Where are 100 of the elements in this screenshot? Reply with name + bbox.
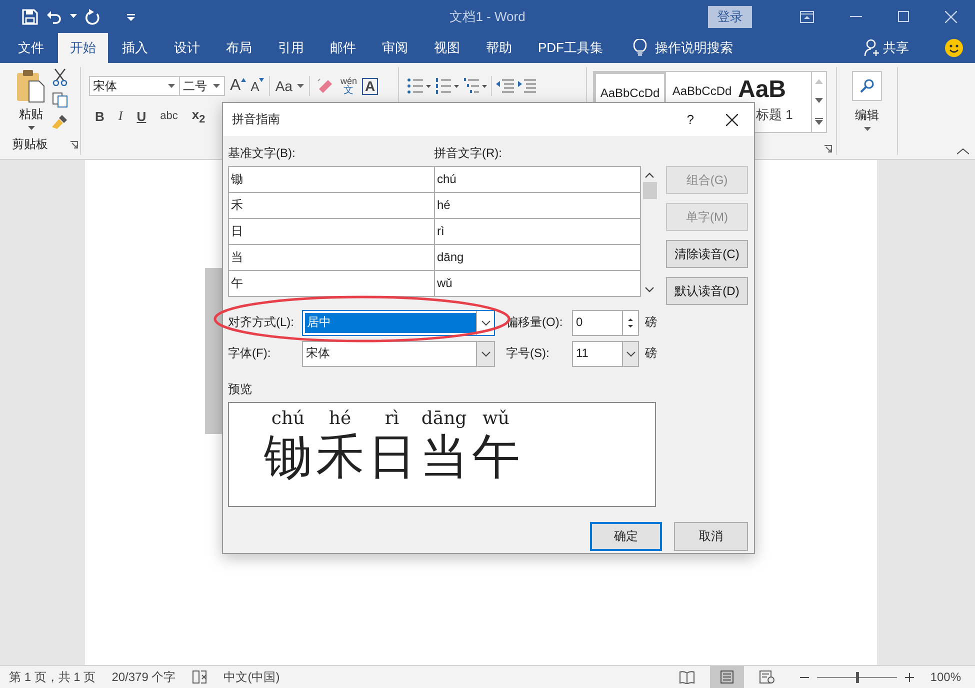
scroll-up-icon[interactable]	[645, 172, 654, 178]
editing-button[interactable]: 编辑	[855, 107, 879, 124]
triangle-up-icon[interactable]	[240, 78, 246, 82]
undo-icon[interactable]	[46, 8, 62, 24]
caret-icon[interactable]	[28, 126, 34, 130]
zoom-in-icon[interactable]	[905, 672, 914, 682]
format-button[interactable]: B	[95, 108, 104, 124]
ribbon-tab[interactable]: 审阅	[370, 33, 420, 63]
ruby-text-field[interactable]: chú	[435, 167, 640, 192]
format-button[interactable]: x$_{2}$	[192, 107, 206, 126]
find-button[interactable]	[852, 71, 882, 101]
language-status[interactable]: 中文(中国)	[224, 668, 280, 686]
book-icon[interactable]	[679, 670, 696, 684]
copy-icon[interactable]	[52, 92, 68, 108]
lightbulb-icon[interactable]	[633, 39, 647, 57]
proofing-icon[interactable]	[192, 670, 208, 684]
font-dropdown[interactable]: 宋体	[302, 340, 495, 366]
ruby-text-field[interactable]: rì	[435, 219, 640, 244]
dialog-launcher-icon[interactable]	[824, 145, 832, 153]
decrease-indent-icon[interactable]	[496, 79, 514, 93]
ribbon-tab[interactable]: 布局	[214, 33, 264, 63]
ribbon-tab[interactable]: 引用	[266, 33, 316, 63]
share-button[interactable]: 共享	[883, 39, 909, 57]
ribbon-tab[interactable]: 邮件	[318, 33, 368, 63]
ribbon-tab[interactable]: 帮助	[474, 33, 524, 63]
word-count[interactable]: 20/379 个字	[112, 668, 176, 686]
close-icon[interactable]	[726, 114, 738, 126]
caret-icon[interactable]	[297, 84, 304, 88]
format-button[interactable]: U	[136, 108, 146, 124]
increase-indent-icon[interactable]	[518, 79, 536, 93]
scroll-down-icon[interactable]	[645, 287, 654, 293]
caret-icon[interactable]	[70, 14, 77, 19]
scissors-icon[interactable]	[52, 68, 68, 86]
web-page-icon[interactable]	[759, 670, 776, 684]
ruby-text-field[interactable]: wǔ	[435, 271, 640, 296]
triangle-down-icon[interactable]	[259, 78, 264, 82]
scroll-down-icon[interactable]	[815, 98, 823, 104]
person-icon[interactable]	[864, 39, 880, 57]
chevron-down-icon[interactable]	[480, 320, 490, 326]
offset-field[interactable]: 0	[572, 310, 639, 336]
caret-icon[interactable]	[864, 127, 870, 131]
format-button[interactable]: I	[118, 108, 123, 124]
base-text-field[interactable]: 当	[229, 245, 434, 270]
bullets-icon[interactable]	[407, 78, 431, 94]
format-button[interactable]: abc	[160, 110, 178, 122]
ribbon-tab[interactable]: PDF工具集	[526, 33, 615, 63]
chevron-down-icon[interactable]	[480, 350, 490, 356]
format-painter-icon[interactable]	[52, 114, 68, 130]
caret-icon[interactable]	[168, 84, 175, 88]
ribbon-tab[interactable]: 开始	[58, 33, 108, 63]
redo-icon[interactable]	[85, 8, 101, 24]
multilevel-list-icon[interactable]	[463, 78, 487, 94]
unit-label: 磅	[645, 345, 657, 362]
font-name-field[interactable]: 宋体	[89, 76, 180, 96]
change-case-button[interactable]: Aa	[275, 78, 292, 94]
ok-button[interactable]: 确定	[590, 522, 662, 551]
ruby-text-field[interactable]: hé	[435, 193, 640, 218]
collapse-ribbon-icon[interactable]	[957, 148, 969, 155]
numbering-icon[interactable]	[435, 78, 459, 94]
character-border-button[interactable]: A	[362, 78, 378, 94]
caret-icon[interactable]	[213, 84, 220, 88]
clipboard-icon[interactable]	[16, 69, 46, 103]
maximize-icon[interactable]	[898, 11, 909, 22]
shrink-font-button[interactable]: A	[250, 78, 260, 94]
zoom-slider[interactable]	[856, 672, 860, 682]
size-dropdown[interactable]: 11	[572, 340, 639, 366]
customize-icon[interactable]	[127, 12, 135, 20]
phonetic-guide-button[interactable]: wén 文	[340, 76, 357, 96]
search-icon[interactable]	[860, 79, 874, 93]
base-text-field[interactable]: 锄	[229, 167, 434, 192]
ribbon-tab[interactable]: 设计	[162, 33, 212, 63]
dialog-launcher-icon[interactable]	[70, 140, 78, 148]
tell-me-search[interactable]: 操作说明搜索	[655, 39, 733, 57]
font-size-field[interactable]: 二号	[179, 76, 225, 96]
cancel-button[interactable]: 取消	[674, 522, 748, 551]
zoom-level[interactable]: 100%	[930, 670, 961, 684]
dialog-button[interactable]: 清除读音(C)	[666, 240, 748, 268]
ribbon-display-icon[interactable]	[800, 10, 814, 22]
more-styles-icon[interactable]	[815, 118, 823, 125]
paste-button[interactable]: 粘贴	[19, 106, 43, 123]
base-text-field[interactable]: 午	[229, 271, 434, 296]
ribbon-tab[interactable]: 插入	[110, 33, 160, 63]
smiley-icon[interactable]	[945, 39, 963, 57]
minimize-icon[interactable]	[850, 16, 862, 18]
ribbon-tab[interactable]: 视图	[422, 33, 472, 63]
page-icon[interactable]	[720, 670, 734, 684]
grow-font-button[interactable]: A	[230, 77, 241, 95]
base-text-field[interactable]: 禾	[229, 193, 434, 218]
chevron-down-icon[interactable]	[626, 350, 636, 356]
sign-in-button[interactable]: 登录	[708, 6, 752, 28]
ribbon-tab[interactable]: 文件	[6, 33, 56, 63]
scrollbar-thumb[interactable]	[642, 182, 656, 199]
help-button[interactable]: ?	[686, 112, 694, 127]
page-count[interactable]: 第 1 页，共 1 页	[9, 668, 96, 686]
save-icon[interactable]	[22, 8, 38, 24]
alignment-dropdown[interactable]: 居中	[302, 310, 495, 336]
ruby-text-field[interactable]: dāng	[435, 245, 640, 270]
dialog-button[interactable]: 默认读音(D)	[666, 277, 748, 305]
print-layout-button[interactable]	[710, 666, 744, 688]
base-text-field[interactable]: 日	[229, 219, 434, 244]
